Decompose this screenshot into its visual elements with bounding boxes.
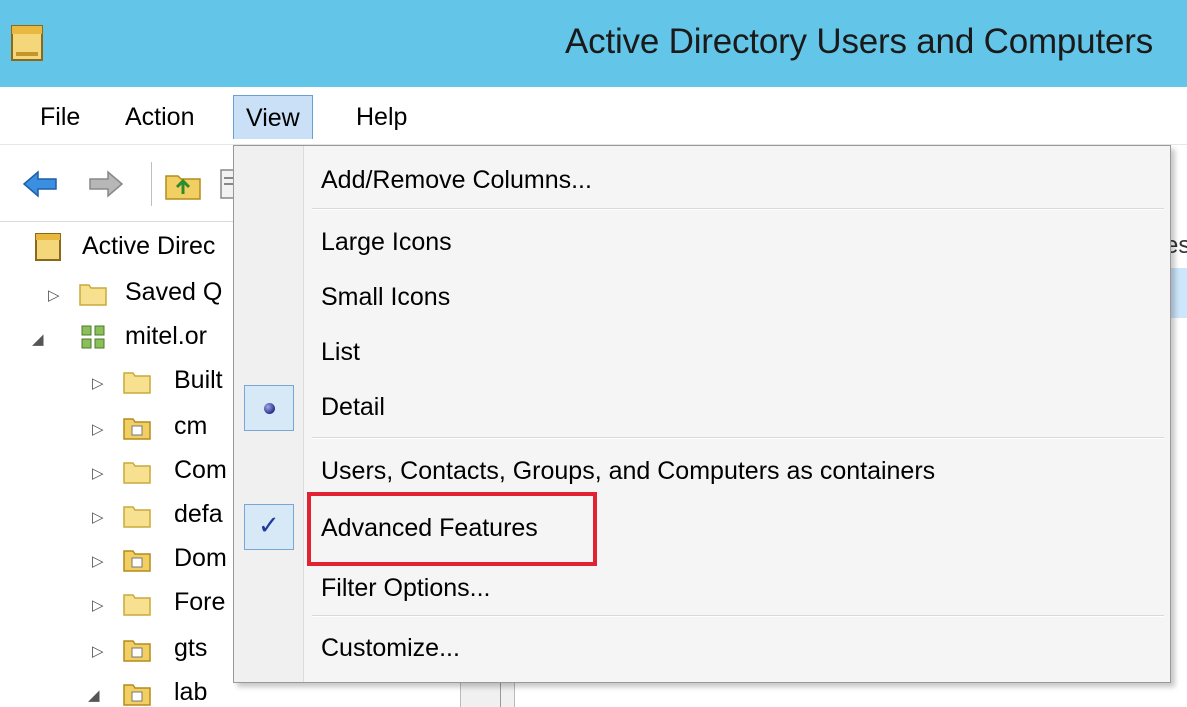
menu-item-label: Small Icons xyxy=(321,283,451,311)
tree-item-label: cm xyxy=(174,412,208,440)
menu-item-detail[interactable]: Detail xyxy=(234,383,1170,433)
folder-icon xyxy=(123,594,151,616)
tree-item-label: gts xyxy=(174,634,208,662)
menu-item-users-as-containers[interactable]: Users, Contacts, Groups, and Computers a… xyxy=(234,447,1170,497)
collapse-icon[interactable]: ◢ xyxy=(88,686,100,704)
checkmark-icon: ✓ xyxy=(258,511,280,541)
menu-item-label: Detail xyxy=(321,393,385,421)
menu-help[interactable]: Help xyxy=(344,95,419,139)
menu-item-large-icons[interactable]: Large Icons xyxy=(234,218,1170,268)
menu-item-small-icons[interactable]: Small Icons xyxy=(234,273,1170,323)
ou-folder-icon xyxy=(123,418,151,440)
expand-icon[interactable]: ▷ xyxy=(92,420,104,438)
expand-icon[interactable]: ▷ xyxy=(92,464,104,482)
up-folder-icon[interactable] xyxy=(163,164,203,204)
tree-item-label: defa xyxy=(174,500,223,528)
expand-icon[interactable]: ▷ xyxy=(92,374,104,392)
expand-icon[interactable]: ▷ xyxy=(92,642,104,660)
toolbar-separator xyxy=(151,162,152,206)
radio-indicator xyxy=(244,385,294,431)
menu-bar: File Action View Help xyxy=(0,87,1187,145)
radio-bullet-icon xyxy=(264,403,275,414)
expand-icon[interactable]: ▷ xyxy=(48,286,60,304)
expand-icon[interactable]: ▷ xyxy=(92,552,104,570)
collapse-icon[interactable]: ◢ xyxy=(32,330,44,348)
tree-item-label: Fore xyxy=(174,588,226,616)
menu-file[interactable]: File xyxy=(28,95,92,139)
ou-folder-icon xyxy=(123,684,151,706)
tree-item-label: Saved Q xyxy=(125,278,223,306)
console-tree: Active Direc ▷ Saved Q ◢ mitel.or ▷ Buil… xyxy=(0,222,240,707)
menu-item-filter-options[interactable]: Filter Options... xyxy=(234,564,1170,614)
menu-separator xyxy=(312,615,1164,617)
menu-item-label: Users, Contacts, Groups, and Computers a… xyxy=(321,457,936,485)
tree-item-label: mitel.or xyxy=(125,322,207,350)
folder-icon xyxy=(123,506,151,528)
check-indicator: ✓ xyxy=(244,504,294,550)
expand-icon[interactable]: ▷ xyxy=(92,508,104,526)
annotation-highlight-box xyxy=(307,492,597,566)
menu-item-label: Add/Remove Columns... xyxy=(321,166,592,194)
menu-separator xyxy=(312,208,1164,210)
menu-item-label: Large Icons xyxy=(321,228,452,256)
toolbar xyxy=(0,146,240,222)
menu-item-add-remove-columns[interactable]: Add/Remove Columns... xyxy=(234,156,1170,206)
view-menu-dropdown: Add/Remove Columns... Large Icons Small … xyxy=(233,145,1171,683)
menu-separator xyxy=(312,437,1164,439)
forward-arrow-icon[interactable] xyxy=(86,164,126,204)
menu-item-label: Filter Options... xyxy=(321,574,491,602)
expand-icon[interactable]: ▷ xyxy=(92,596,104,614)
tree-item-label: Com xyxy=(174,456,227,484)
ou-folder-icon xyxy=(123,640,151,662)
menu-item-label: Customize... xyxy=(321,634,460,662)
folder-icon xyxy=(123,372,151,394)
menu-action[interactable]: Action xyxy=(113,95,206,139)
app-icon xyxy=(11,25,43,61)
menu-item-list[interactable]: List xyxy=(234,328,1170,378)
menu-item-label: List xyxy=(321,338,360,366)
ou-folder-icon xyxy=(123,550,151,572)
tree-item-label: Active Direc xyxy=(82,232,216,260)
tree-item-label: Dom xyxy=(174,544,227,572)
tree-item-label: lab xyxy=(174,678,208,706)
folder-icon xyxy=(123,462,151,484)
folder-icon xyxy=(79,284,107,306)
domain-icon xyxy=(81,325,105,349)
menu-item-customize[interactable]: Customize... xyxy=(234,624,1170,674)
menu-view[interactable]: View xyxy=(233,95,313,139)
title-bar: Active Directory Users and Computers xyxy=(0,0,1187,87)
window-title: Active Directory Users and Computers xyxy=(565,22,1153,61)
back-arrow-icon[interactable] xyxy=(20,164,60,204)
active-directory-icon xyxy=(35,233,61,261)
tree-item-label: Built xyxy=(174,366,223,394)
